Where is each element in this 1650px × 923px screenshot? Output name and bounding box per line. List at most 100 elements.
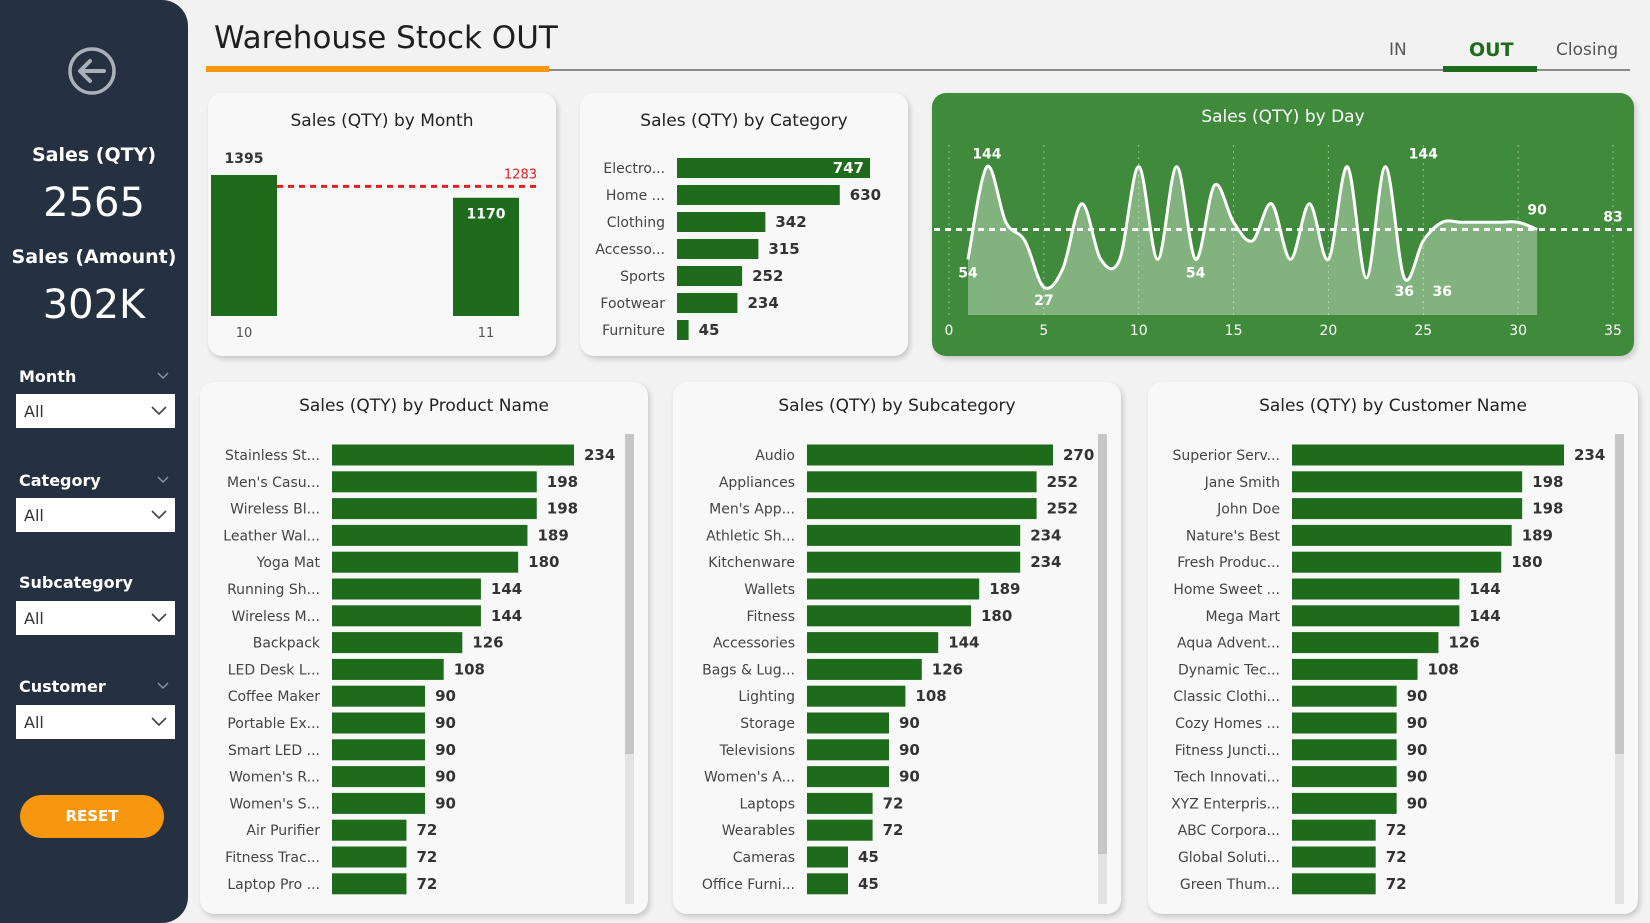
chevron-down-icon — [151, 510, 167, 520]
subcategory-category-label: Women's A... — [704, 770, 795, 786]
subcategory-category-label: Storage — [740, 716, 795, 732]
tab-out[interactable]: OUT — [1469, 39, 1514, 61]
day-data-label: 36 — [1395, 284, 1414, 300]
product-category-label: Stainless St... — [225, 448, 320, 464]
day-area-chart: 0 5 10 15 20 25 30 35 54 144 27 54 144 36 36 90 83 — [934, 145, 1632, 339]
subcategory-data-label: 90 — [899, 714, 920, 732]
title-underline — [206, 66, 549, 72]
category-category-label: Footwear — [600, 296, 665, 312]
product-bar — [332, 819, 407, 841]
month-chart-card: Sales (QTY) by Month 1395 10 1170 11 1283 — [208, 93, 556, 356]
tab-active-underline — [1443, 66, 1537, 72]
customer-category-label: XYZ Enterpris... — [1171, 796, 1280, 812]
customer-bar — [1292, 685, 1397, 707]
product-category-label: Coffee Maker — [228, 689, 321, 705]
customer-category-label: Classic Clothi... — [1173, 689, 1280, 705]
subcategory-category-label: Appliances — [719, 475, 795, 491]
product-chart-card: Sales (QTY) by Product Name Stainless St… — [200, 382, 648, 914]
category-data-label: 234 — [747, 294, 778, 312]
product-data-label: 198 — [547, 473, 578, 491]
product-scrollbar-thumb[interactable] — [625, 434, 634, 754]
category-data-label: 252 — [752, 267, 783, 285]
customer-bar — [1292, 846, 1376, 868]
category-bar — [677, 212, 766, 232]
customer-bar — [1292, 471, 1523, 493]
product-bar — [332, 658, 444, 680]
chevron-down-icon[interactable] — [157, 476, 169, 484]
customer-bar-chart: Superior Serv... 234 Jane Smith 198 John Doe… — [1171, 434, 1624, 904]
slicer-customer-dropdown[interactable]: All — [16, 705, 175, 739]
month-tick-label: 10 — [236, 326, 253, 341]
chevron-down-icon — [151, 406, 167, 416]
product-data-label: 90 — [435, 741, 456, 759]
subcategory-bar — [807, 685, 906, 707]
category-bar — [677, 185, 840, 205]
slicer-month-dropdown[interactable]: All — [16, 394, 175, 428]
customer-data-label: 189 — [1522, 526, 1553, 544]
product-bar — [332, 498, 537, 520]
product-bar — [332, 712, 426, 734]
customer-category-label: Fresh Produc... — [1177, 555, 1280, 571]
subcategory-bar — [807, 766, 889, 788]
product-data-label: 90 — [435, 768, 456, 786]
subcategory-data-label: 126 — [932, 660, 963, 678]
month-data-label: 1170 — [467, 207, 506, 223]
back-arrow-icon[interactable] — [67, 46, 117, 96]
product-bar — [332, 873, 407, 895]
subcategory-bar — [807, 471, 1037, 493]
slicer-subcategory-dropdown[interactable]: All — [16, 601, 175, 635]
category-category-label: Electro... — [603, 161, 665, 177]
subcategory-data-label: 72 — [883, 794, 904, 812]
product-category-label: Backpack — [253, 636, 321, 652]
product-bar — [332, 444, 574, 466]
day-tick-label: 35 — [1604, 323, 1622, 339]
product-data-label: 90 — [435, 687, 456, 705]
customer-bar — [1292, 444, 1564, 466]
customer-scrollbar-thumb[interactable] — [1615, 434, 1624, 754]
day-data-label: 27 — [1034, 293, 1053, 309]
subcategory-bar — [807, 524, 1021, 546]
day-tick-label: 15 — [1225, 323, 1243, 339]
subcategory-category-label: Fitness — [747, 609, 796, 625]
customer-category-label: Fitness Juncti... — [1175, 743, 1280, 759]
product-data-label: 90 — [435, 714, 456, 732]
subcategory-bar — [807, 498, 1037, 520]
subcategory-data-label: 189 — [989, 580, 1020, 598]
subcategory-scrollbar-thumb[interactable] — [1098, 434, 1107, 854]
slicer-category-dropdown[interactable]: All — [16, 498, 175, 532]
product-category-label: Wireless Bl... — [230, 502, 320, 518]
customer-bar — [1292, 498, 1523, 520]
product-category-label: Smart LED ... — [228, 743, 320, 759]
chevron-down-icon[interactable] — [157, 372, 169, 380]
day-data-label: 144 — [972, 147, 1001, 163]
customer-category-label: Jane Smith — [1204, 475, 1280, 491]
tab-closing[interactable]: Closing — [1556, 40, 1618, 60]
customer-bar — [1292, 712, 1397, 734]
product-bar — [332, 471, 537, 493]
reset-button[interactable]: RESET — [20, 795, 164, 838]
category-data-label: 45 — [699, 321, 720, 339]
tab-in[interactable]: IN — [1389, 40, 1407, 60]
customer-category-label: Nature's Best — [1186, 528, 1281, 544]
product-data-label: 126 — [472, 634, 503, 652]
customer-data-label: 90 — [1407, 714, 1428, 732]
day-tick-label: 30 — [1509, 323, 1527, 339]
customer-data-label: 198 — [1532, 473, 1563, 491]
subcategory-data-label: 108 — [915, 687, 946, 705]
product-bar — [332, 578, 481, 600]
category-bar — [677, 320, 689, 340]
slicer-category-title: Category — [19, 471, 101, 490]
chevron-down-icon[interactable] — [157, 682, 169, 690]
customer-category-label: Green Thum... — [1180, 877, 1280, 893]
subcategory-category-label: Bags & Lug... — [702, 662, 795, 678]
day-data-label: 36 — [1433, 284, 1452, 300]
product-data-label: 108 — [454, 660, 485, 678]
subcategory-bar — [807, 551, 1021, 573]
month-reference-label: 1283 — [504, 167, 537, 182]
customer-data-label: 108 — [1428, 660, 1459, 678]
subcategory-category-label: Laptops — [739, 796, 795, 812]
subcategory-category-label: Accessories — [713, 636, 795, 652]
subcategory-data-label: 252 — [1047, 473, 1078, 491]
day-tick-label: 20 — [1320, 323, 1338, 339]
chevron-down-icon — [151, 613, 167, 623]
